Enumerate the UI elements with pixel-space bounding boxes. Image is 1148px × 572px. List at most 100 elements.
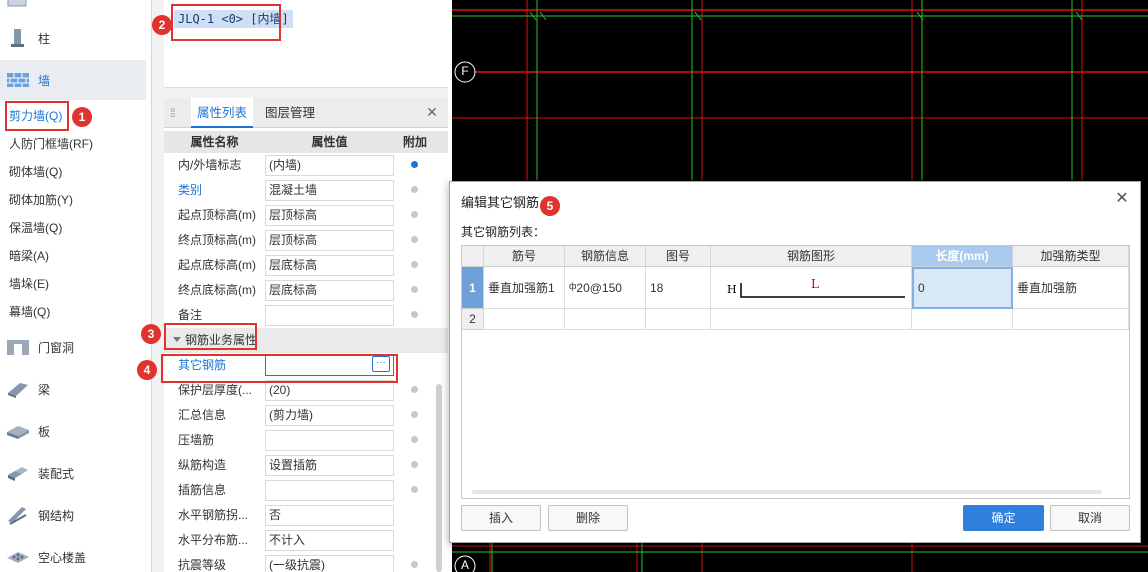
sub-item-hidden-beam[interactable]: 暗梁(A) bbox=[9, 246, 49, 266]
cell-rebar-shape[interactable]: H L bbox=[711, 267, 912, 309]
property-value[interactable]: 层顶标高 bbox=[265, 205, 394, 226]
property-scrollbar[interactable] bbox=[436, 384, 442, 572]
col-fig-no[interactable]: 图号 bbox=[646, 246, 711, 267]
property-name: 起点顶标高(m) bbox=[178, 208, 256, 222]
property-row: 终点底标高(m) 层底标高 bbox=[164, 278, 448, 303]
property-row: 抗震等级 (一级抗震) bbox=[164, 553, 448, 572]
sub-item-pilaster[interactable]: 墙垛(E) bbox=[9, 274, 49, 294]
cell-rebar-shape[interactable] bbox=[711, 309, 912, 330]
property-value[interactable] bbox=[265, 430, 394, 451]
callout-box-2 bbox=[171, 4, 281, 41]
row-header[interactable]: 2 bbox=[462, 309, 484, 330]
cell-rebar-info[interactable] bbox=[565, 309, 646, 330]
tab-property-list[interactable]: 属性列表 bbox=[191, 98, 254, 128]
rebar-grid: 筋号 钢筋信息 图号 钢筋图形 长度(mm) 加强筋类型 1 垂直加强筋1 ф2… bbox=[461, 245, 1130, 499]
cell-fig-no[interactable] bbox=[646, 309, 711, 330]
col-rebar-info[interactable]: 钢筋信息 bbox=[565, 246, 646, 267]
callout-box-1 bbox=[5, 101, 69, 131]
header-property-value: 属性值 bbox=[311, 135, 348, 149]
extra-dot[interactable] bbox=[411, 436, 418, 443]
extra-dot[interactable] bbox=[411, 386, 418, 393]
cell-length[interactable] bbox=[912, 309, 1013, 330]
extra-dot[interactable] bbox=[411, 486, 418, 493]
property-row: 终点顶标高(m) 层顶标高 bbox=[164, 228, 448, 253]
nav-item-hollow-floor[interactable]: 空心楼盖 bbox=[0, 537, 146, 572]
nav-item-partial[interactable] bbox=[0, 0, 146, 20]
cell-bar-no[interactable] bbox=[484, 309, 565, 330]
sub-item-insulation-wall[interactable]: 保温墙(Q) bbox=[9, 218, 62, 238]
sub-item-masonry-rebar[interactable]: 砌体加筋(Y) bbox=[9, 190, 73, 210]
property-value[interactable]: 否 bbox=[265, 505, 394, 526]
cell-reinforce-type[interactable] bbox=[1013, 309, 1129, 330]
extra-dot[interactable] bbox=[411, 161, 418, 168]
sub-item-curtain-wall[interactable]: 幕墙(Q) bbox=[9, 302, 50, 322]
nav-label-prefab: 装配式 bbox=[38, 466, 75, 481]
nav-item-prefab[interactable]: 装配式 bbox=[0, 453, 146, 493]
property-value[interactable]: (内墙) bbox=[265, 155, 394, 176]
row-header[interactable]: 1 bbox=[462, 267, 484, 309]
nav-item-beam[interactable]: 梁 bbox=[0, 369, 146, 409]
sub-item-masonry-wall[interactable]: 砌体墙(Q) bbox=[9, 162, 62, 182]
extra-dot[interactable] bbox=[411, 411, 418, 418]
extra-dot[interactable] bbox=[411, 311, 418, 318]
cell-reinforce-type[interactable]: 垂直加强筋 bbox=[1013, 267, 1129, 309]
extra-dot[interactable] bbox=[411, 211, 418, 218]
close-icon[interactable]: ✕ bbox=[1114, 191, 1130, 207]
property-row: 插筋信息 bbox=[164, 478, 448, 503]
property-value[interactable] bbox=[265, 480, 394, 501]
col-length[interactable]: 长度(mm) bbox=[912, 246, 1013, 267]
cell-rebar-info[interactable]: ф20@150 bbox=[565, 267, 646, 309]
col-reinforce-type[interactable]: 加强筋类型 bbox=[1013, 246, 1129, 267]
grid-corner bbox=[462, 246, 484, 267]
cell-length[interactable]: 0 bbox=[912, 267, 1013, 309]
extra-dot[interactable] bbox=[411, 261, 418, 268]
property-value[interactable]: 混凝土墙 bbox=[265, 180, 394, 201]
nav-item-column[interactable]: 柱 bbox=[0, 18, 146, 58]
property-value[interactable]: (剪力墙) bbox=[265, 405, 394, 426]
cancel-button[interactable]: 取消 bbox=[1050, 505, 1130, 531]
rebar-info-text: 20@150 bbox=[576, 281, 622, 295]
grid-scrollbar[interactable] bbox=[472, 490, 1102, 494]
wall-icon bbox=[7, 73, 29, 87]
property-name: 汇总信息 bbox=[178, 408, 227, 422]
prefab-icon bbox=[8, 467, 28, 481]
extra-dot[interactable] bbox=[411, 236, 418, 243]
header-extra: 附加 bbox=[402, 135, 427, 149]
nav-item-wall[interactable]: 墙 bbox=[0, 60, 146, 100]
extra-dot[interactable] bbox=[411, 561, 418, 568]
property-value[interactable]: 不计入 bbox=[265, 530, 394, 551]
nav-item-door-window[interactable]: 门窗洞 bbox=[0, 327, 146, 367]
extra-dot[interactable] bbox=[411, 461, 418, 468]
property-value[interactable]: (一级抗震) bbox=[265, 555, 394, 572]
close-icon[interactable]: ✕ bbox=[424, 104, 440, 120]
property-row: 纵筋构造 设置插筋 bbox=[164, 453, 448, 478]
cell-fig-no[interactable]: 18 bbox=[646, 267, 711, 309]
col-bar-no[interactable]: 筋号 bbox=[484, 246, 565, 267]
tab-layer-management[interactable]: 图层管理 bbox=[259, 98, 321, 128]
nav-item-steel[interactable]: 钢结构 bbox=[0, 495, 146, 535]
property-value[interactable]: (20) bbox=[265, 380, 394, 401]
edit-other-rebar-dialog: 编辑其它钢筋 ✕ 其它钢筋列表： 筋号 钢筋信息 图号 钢筋图形 长度(mm) … bbox=[449, 181, 1141, 543]
ok-button[interactable]: 确定 bbox=[963, 505, 1044, 531]
property-name: 水平钢筋拐... bbox=[178, 508, 249, 522]
property-tabs: ⁞⁞ 属性列表 图层管理 ✕ bbox=[164, 98, 448, 128]
component-nav: 柱 墙 剪力墙(Q) 人防门框墙(RF) 砌体墙(Q) 砌体加筋(Y) 保温墙(… bbox=[0, 0, 152, 572]
callout-box-3 bbox=[164, 323, 257, 350]
nav-label-wall: 墙 bbox=[38, 73, 51, 88]
property-value[interactable]: 层底标高 bbox=[265, 280, 394, 301]
nav-item-slab[interactable]: 板 bbox=[0, 411, 146, 451]
property-value[interactable]: 层底标高 bbox=[265, 255, 394, 276]
property-value[interactable] bbox=[265, 305, 394, 326]
delete-button[interactable]: 删除 bbox=[548, 505, 628, 531]
insert-button[interactable]: 插入 bbox=[461, 505, 541, 531]
extra-dot[interactable] bbox=[411, 286, 418, 293]
property-value[interactable]: 设置插筋 bbox=[265, 455, 394, 476]
property-value[interactable]: 层顶标高 bbox=[265, 230, 394, 251]
extra-dot[interactable] bbox=[411, 186, 418, 193]
col-rebar-shape[interactable]: 钢筋图形 bbox=[711, 246, 912, 267]
property-name: 插筋信息 bbox=[178, 483, 227, 497]
sub-item-civil-defense-wall[interactable]: 人防门框墙(RF) bbox=[9, 134, 93, 154]
drag-handle-icon[interactable]: ⁞⁞ bbox=[170, 106, 178, 120]
property-name: 纵筋构造 bbox=[178, 458, 227, 472]
cell-bar-no[interactable]: 垂直加强筋1 bbox=[484, 267, 565, 309]
